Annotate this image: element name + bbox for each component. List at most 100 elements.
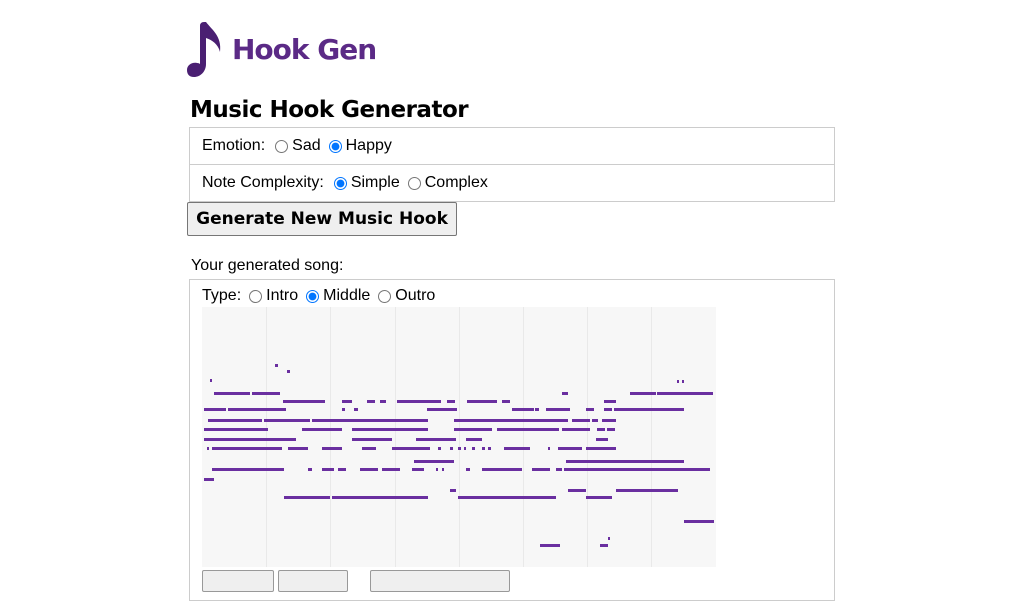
piano-roll-note: [596, 438, 608, 441]
piano-roll-note: [458, 447, 461, 450]
piano-roll-note: [604, 408, 612, 411]
piano-roll-note: [427, 408, 457, 411]
piano-roll-note: [607, 428, 615, 431]
beat-gridline: [395, 307, 396, 567]
piano-roll-note: [367, 400, 375, 403]
piano-roll-note: [450, 447, 453, 450]
beat-gridline: [330, 307, 331, 567]
piano-roll-note: [450, 489, 456, 492]
type-outro-radio[interactable]: [378, 289, 392, 303]
piano-roll-note: [454, 419, 568, 422]
type-label: Type:: [202, 287, 242, 304]
options-panel: Emotion: Sad Happy Note Complexity: Simp…: [189, 127, 835, 202]
piano-roll-note: [397, 400, 441, 403]
piano-roll-note: [600, 544, 608, 547]
piano-roll-note: [436, 468, 438, 471]
piano-roll-note: [472, 447, 475, 450]
piano-roll-note: [380, 400, 386, 403]
piano-roll-note: [284, 496, 330, 499]
piano-roll-note: [616, 489, 678, 492]
generate-button[interactable]: Generate New Music Hook: [187, 202, 457, 236]
piano-roll-note: [677, 380, 679, 383]
piano-roll-note: [350, 419, 390, 422]
emotion-happy-radio[interactable]: [328, 139, 342, 153]
piano-roll-note: [212, 447, 282, 450]
piano-roll-note: [342, 408, 345, 411]
piano-roll-note: [246, 468, 284, 471]
piano-roll-note: [604, 400, 616, 403]
piano-roll-note: [214, 392, 250, 395]
piano-roll[interactable]: [202, 307, 716, 567]
piano-roll-note: [352, 428, 364, 431]
piano-roll-note: [362, 447, 376, 450]
stop-button[interactable]: [278, 570, 348, 592]
piano-roll-note: [564, 468, 710, 471]
piano-roll-note: [467, 400, 497, 403]
piano-roll-note: [558, 447, 582, 450]
piano-roll-note: [566, 460, 684, 463]
beat-gridline: [523, 307, 524, 567]
piano-roll-note: [352, 438, 392, 441]
piano-roll-note: [562, 428, 590, 431]
emotion-label: Emotion:: [202, 137, 266, 154]
complexity-complex-radio[interactable]: [407, 176, 421, 190]
piano-roll-note: [302, 428, 342, 431]
piano-roll-note: [540, 544, 560, 547]
complexity-label: Note Complexity:: [202, 174, 324, 191]
piano-roll-note: [466, 468, 470, 471]
type-intro-radio[interactable]: [249, 289, 263, 303]
type-row: Type: Intro Middle Outro: [202, 287, 435, 305]
download-button[interactable]: [370, 570, 510, 592]
type-outro-label: Outro: [395, 287, 436, 304]
piano-roll-note: [322, 447, 342, 450]
piano-roll-note: [562, 392, 568, 395]
piano-roll-note: [204, 408, 226, 411]
piano-roll-note: [283, 400, 325, 403]
piano-roll-note: [684, 520, 714, 523]
piano-roll-note: [264, 419, 288, 422]
piano-roll-note: [288, 447, 308, 450]
emotion-sad-radio[interactable]: [275, 139, 289, 153]
piano-roll-note: [497, 428, 559, 431]
piano-roll-note: [504, 447, 530, 450]
emotion-row: Emotion: Sad Happy: [190, 128, 834, 164]
piano-roll-note: [502, 400, 510, 403]
piano-roll-note: [248, 428, 268, 431]
piano-roll-note: [614, 408, 684, 411]
piano-roll-note: [210, 379, 212, 382]
piano-roll-note: [288, 419, 310, 422]
piano-roll-note: [447, 400, 455, 403]
piano-roll-note: [212, 468, 246, 471]
piano-roll-note: [284, 438, 296, 441]
piano-roll-note: [586, 447, 616, 450]
piano-roll-note: [382, 468, 400, 471]
complexity-complex-label: Complex: [424, 174, 488, 191]
piano-roll-note: [252, 392, 280, 395]
piano-roll-note: [466, 438, 482, 441]
page-title: Music Hook Generator: [190, 97, 469, 123]
piano-roll-note: [568, 489, 586, 492]
song-panel: Type: Intro Middle Outro: [189, 279, 835, 601]
piano-roll-note: [332, 496, 428, 499]
piano-roll-note: [390, 419, 428, 422]
play-button[interactable]: [202, 570, 274, 592]
type-middle-radio[interactable]: [306, 289, 320, 303]
type-middle-label: Middle: [323, 287, 371, 304]
piano-roll-note: [454, 428, 492, 431]
piano-roll-note: [464, 447, 466, 450]
piano-roll-note: [412, 468, 424, 471]
piano-roll-note: [392, 447, 430, 450]
complexity-simple-radio[interactable]: [333, 176, 347, 190]
piano-roll-note: [338, 468, 346, 471]
piano-roll-note: [602, 419, 616, 422]
beat-gridline: [651, 307, 652, 567]
music-note-icon: [187, 22, 221, 77]
piano-roll-note: [482, 447, 485, 450]
piano-roll-note: [208, 419, 262, 422]
hookgen-logo: Hook Gen: [186, 20, 377, 78]
piano-roll-note: [592, 419, 598, 422]
piano-roll-note: [228, 408, 258, 411]
emotion-sad-label: Sad: [292, 137, 321, 154]
piano-roll-note: [204, 438, 284, 441]
piano-roll-note: [204, 428, 248, 431]
